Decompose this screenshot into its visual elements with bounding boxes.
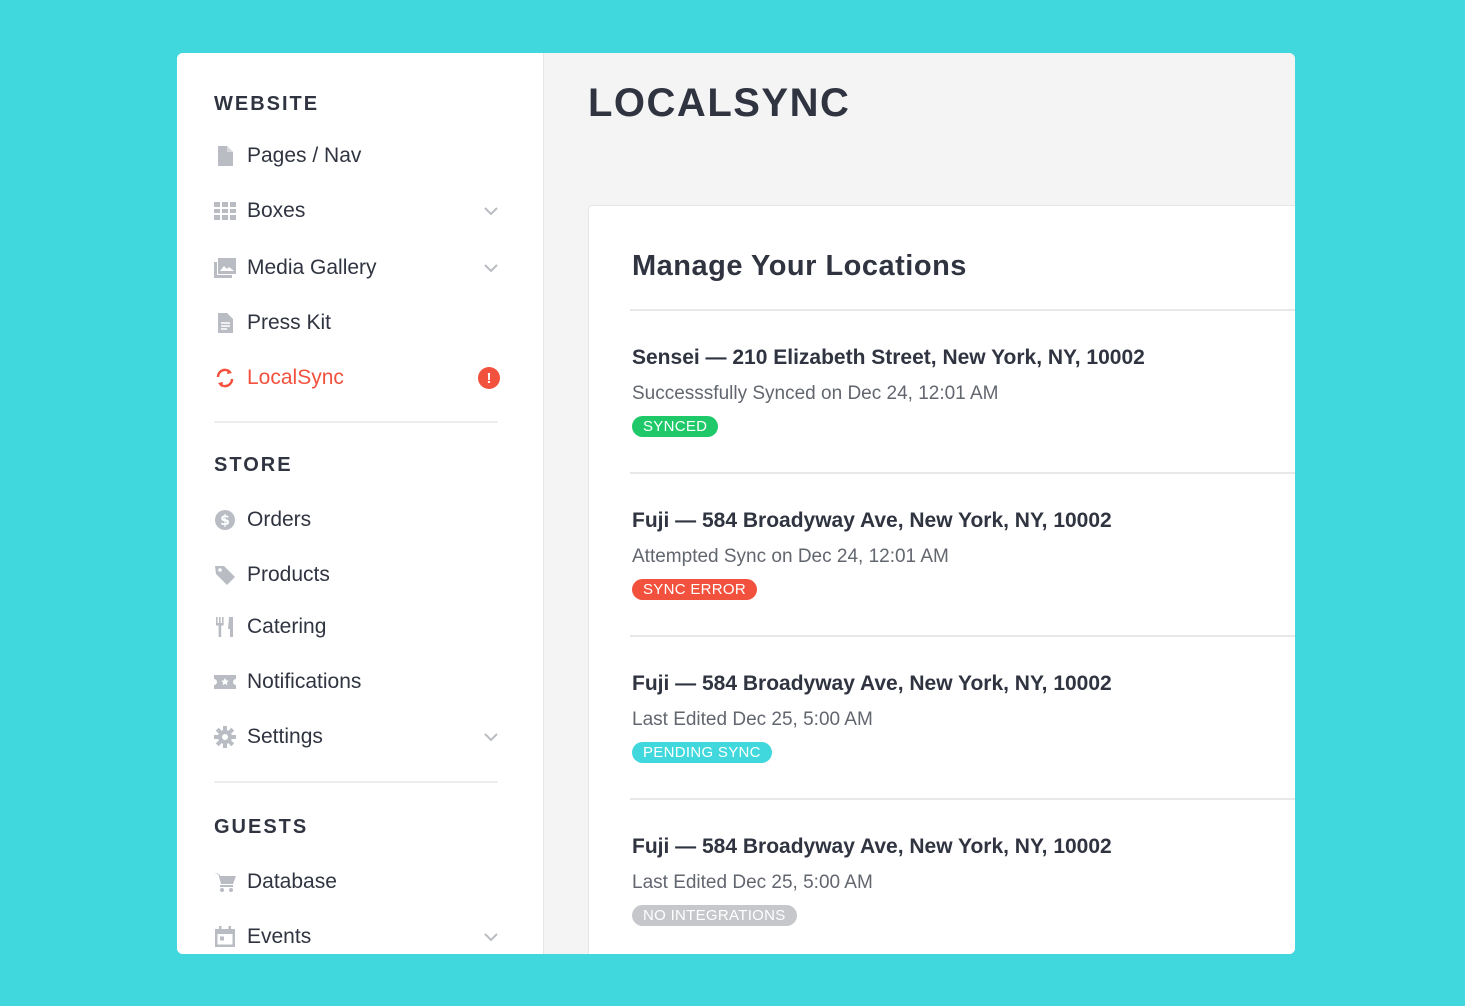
locations-card: Manage Your Locations Sensei — 210 Eliza…: [588, 205, 1295, 954]
chevron-down-icon[interactable]: [482, 928, 500, 946]
location-name: Fuji — 584 Broadyway Ave, New York, NY, …: [632, 509, 1112, 532]
sidebar-item-boxes[interactable]: Boxes: [214, 193, 500, 229]
tag-icon: [214, 564, 236, 586]
location-item[interactable]: Sensei — 210 Elizabeth Street, New York,…: [632, 346, 1295, 476]
main-content: LOCALSYNC Manage Your Locations Sensei —…: [544, 53, 1295, 954]
page-title: LOCALSYNC: [588, 81, 851, 125]
location-status: Attempted Sync on Dec 24, 12:01 AM: [632, 546, 949, 567]
sidebar-item-catering[interactable]: Catering: [214, 609, 500, 645]
sidebar-item-label: LocalSync: [247, 366, 344, 389]
sidebar-item-label: Products: [247, 563, 330, 586]
document-icon: [214, 312, 236, 334]
sidebar-item-notifications[interactable]: Notifications: [214, 664, 500, 700]
fork-knife-icon: [214, 616, 236, 638]
calendar-icon: [214, 926, 236, 948]
section-title-website: WEBSITE: [214, 93, 320, 115]
sidebar-item-products[interactable]: Products: [214, 557, 500, 593]
grid-icon: [214, 200, 236, 222]
sidebar-item-label: Settings: [247, 725, 323, 748]
card-title: Manage Your Locations: [632, 250, 967, 282]
ticket-icon: [214, 671, 236, 693]
chevron-down-icon[interactable]: [482, 259, 500, 277]
location-item[interactable]: Fuji — 584 Broadyway Ave, New York, NY, …: [632, 509, 1295, 639]
app-window: WEBSITE Pages / Nav Boxes Media Gallery: [177, 53, 1295, 954]
divider: [630, 472, 1295, 474]
sidebar-item-events[interactable]: Events: [214, 919, 500, 954]
status-badge: NO INTEGRATIONS: [632, 905, 797, 926]
location-status: Last Edited Dec 25, 5:00 AM: [632, 872, 873, 893]
location-item[interactable]: Fuji — 584 Broadyway Ave, New York, NY, …: [632, 835, 1295, 954]
status-badge: PENDING SYNC: [632, 742, 772, 763]
sidebar-item-label: Pages / Nav: [247, 144, 362, 167]
chevron-down-icon[interactable]: [482, 202, 500, 220]
sidebar-item-label: Boxes: [247, 199, 306, 222]
dollar-icon: $: [214, 509, 236, 531]
sidebar-item-localsync[interactable]: LocalSync !: [214, 360, 500, 396]
location-status: Successsfully Synced on Dec 24, 12:01 AM: [632, 383, 999, 404]
location-item[interactable]: Fuji — 584 Broadyway Ave, New York, NY, …: [632, 672, 1295, 802]
divider: [214, 781, 498, 783]
status-badge: SYNC ERROR: [632, 579, 758, 600]
chevron-down-icon[interactable]: [482, 728, 500, 746]
divider: [630, 309, 1295, 311]
location-name: Sensei — 210 Elizabeth Street, New York,…: [632, 346, 1145, 369]
sidebar-item-label: Database: [247, 870, 337, 893]
sidebar-item-label: Notifications: [247, 670, 362, 693]
sync-icon: [214, 367, 236, 389]
sidebar-item-media-gallery[interactable]: Media Gallery: [214, 250, 500, 286]
svg-text:$: $: [220, 513, 230, 529]
location-status: Last Edited Dec 25, 5:00 AM: [632, 709, 873, 730]
sidebar: WEBSITE Pages / Nav Boxes Media Gallery: [177, 53, 544, 954]
cart-icon: [214, 871, 236, 893]
status-badge: SYNCED: [632, 416, 719, 437]
divider: [630, 635, 1295, 637]
location-name: Fuji — 584 Broadyway Ave, New York, NY, …: [632, 835, 1112, 858]
sidebar-item-label: Events: [247, 925, 312, 948]
sidebar-item-label: Orders: [247, 508, 312, 531]
sidebar-item-database[interactable]: Database: [214, 864, 500, 900]
divider: [214, 421, 498, 423]
location-name: Fuji — 584 Broadyway Ave, New York, NY, …: [632, 672, 1112, 695]
alert-icon: !: [478, 367, 500, 389]
sidebar-item-press-kit[interactable]: Press Kit: [214, 305, 500, 341]
section-title-guests: GUESTS: [214, 816, 309, 838]
sidebar-item-settings[interactable]: Settings: [214, 719, 500, 755]
sidebar-item-label: Media Gallery: [247, 256, 377, 279]
sidebar-item-label: Press Kit: [247, 311, 332, 334]
page-icon: [214, 145, 236, 167]
section-title-store: STORE: [214, 454, 293, 476]
sidebar-item-orders[interactable]: $ Orders: [214, 502, 500, 538]
image-icon: [214, 257, 236, 279]
sidebar-item-pages-nav[interactable]: Pages / Nav: [214, 138, 500, 174]
gear-icon: [214, 726, 236, 748]
sidebar-item-label: Catering: [247, 615, 327, 638]
divider: [630, 798, 1295, 800]
